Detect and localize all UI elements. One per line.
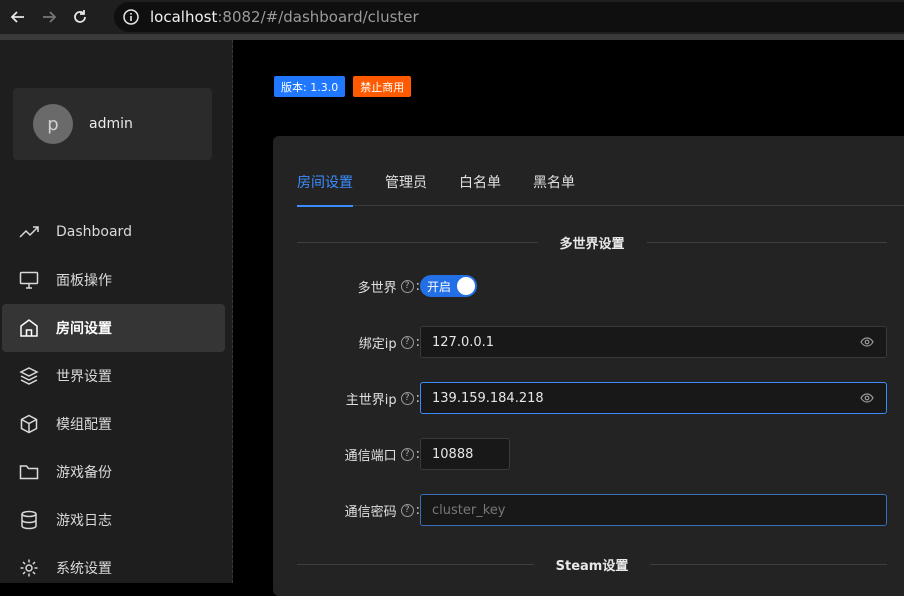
sidebar-item-label: 游戏日志 <box>56 513 112 529</box>
address-bar[interactable]: localhost:8082/#/dashboard/cluster <box>114 2 904 32</box>
toggle-knob <box>457 277 475 295</box>
user-card[interactable]: p admin <box>13 88 212 160</box>
sidebar-item-logs[interactable]: 游戏日志 <box>0 496 232 544</box>
sidebar-item-panel[interactable]: 面板操作 <box>0 256 232 304</box>
back-button[interactable] <box>5 4 31 30</box>
field-label: 主世界ip ? : <box>345 390 420 408</box>
input-value: 139.159.184.218 <box>432 390 544 406</box>
help-icon[interactable]: ? <box>400 335 414 349</box>
field-label: 绑定ip ? : <box>358 334 420 352</box>
forward-button[interactable] <box>36 4 62 30</box>
tab-blacklist[interactable]: 黑名单 <box>533 172 575 206</box>
arrow-right-icon <box>43 11 57 23</box>
input-value: 10888 <box>432 446 474 462</box>
database-icon <box>18 509 40 531</box>
master-ip-input[interactable]: 139.159.184.218 <box>420 382 887 414</box>
badge-group: 版本: 1.3.0 禁止商用 <box>274 76 412 97</box>
reload-button[interactable] <box>67 4 93 30</box>
trend-chart-icon <box>18 221 40 243</box>
sidebar-item-label: 房间设置 <box>56 321 112 337</box>
settings-tabs: 房间设置 管理员 白名单 黑名单 <box>297 172 904 207</box>
field-label-text: 通信密码 <box>344 504 397 520</box>
package-icon <box>18 413 40 435</box>
sidebar-menu: Dashboard 面板操作 房间设置 世界设置 模组配置 游戏备份 游戏日志 <box>0 208 232 592</box>
sidebar: p admin Dashboard 面板操作 房间设置 世界设置 模组配置 游戏… <box>0 40 233 583</box>
field-label: 通信端口 ? : <box>344 446 420 464</box>
url-host: localhost <box>150 8 218 26</box>
version-badge: 版本: 1.3.0 <box>274 76 346 97</box>
form-row-port: 通信端口 ? : 10888 <box>273 438 904 470</box>
avatar: p <box>33 104 73 144</box>
field-label: 通信密码 ? : <box>344 502 420 520</box>
field-label-text: 多世界 <box>357 280 397 296</box>
toggle-label: 开启 <box>427 279 452 294</box>
sidebar-item-label: 世界设置 <box>56 369 112 385</box>
form-row-multiworld: 多世界 ? : 开启 <box>273 270 904 302</box>
sidebar-item-label: 模组配置 <box>56 417 112 433</box>
gear-icon <box>18 557 40 579</box>
folder-icon <box>18 461 40 483</box>
main-content: 版本: 1.3.0 禁止商用 房间设置 管理员 白名单 黑名单 多世界设置 多世… <box>234 40 904 596</box>
arrow-left-icon <box>10 11 24 23</box>
sidebar-item-label: 游戏备份 <box>56 465 112 481</box>
bind-ip-input[interactable]: 127.0.0.1 <box>420 326 887 358</box>
section-divider-steam: Steam设置 <box>297 554 887 574</box>
section-title: 多世界设置 <box>559 236 625 252</box>
home-icon <box>18 317 40 339</box>
sidebar-item-system-settings[interactable]: 系统设置 <box>0 544 232 592</box>
user-name: admin <box>89 116 133 132</box>
input-value: 127.0.0.1 <box>432 334 495 350</box>
tab-whitelist[interactable]: 白名单 <box>459 172 501 206</box>
sidebar-item-label: 系统设置 <box>56 561 112 577</box>
site-info-icon[interactable] <box>122 8 140 26</box>
sidebar-item-mods[interactable]: 模组配置 <box>0 400 232 448</box>
help-icon[interactable]: ? <box>400 503 414 517</box>
reload-icon <box>74 10 86 23</box>
field-label-text: 通信端口 <box>344 448 397 464</box>
browser-toolbar: localhost:8082/#/dashboard/cluster <box>0 0 904 34</box>
section-title: Steam设置 <box>555 558 629 574</box>
help-icon[interactable]: ? <box>400 391 414 405</box>
sidebar-item-label: Dashboard <box>56 224 132 240</box>
sidebar-item-dashboard[interactable]: Dashboard <box>0 208 232 256</box>
sidebar-item-room-settings[interactable]: 房间设置 <box>2 304 225 352</box>
multiworld-toggle[interactable]: 开启 <box>420 275 477 297</box>
settings-card: 房间设置 管理员 白名单 黑名单 多世界设置 多世界 ? : 开启 绑定ip ?… <box>273 136 904 596</box>
help-icon[interactable]: ? <box>400 447 414 461</box>
field-label-text: 绑定ip <box>358 336 397 352</box>
monitor-icon <box>18 269 40 291</box>
help-icon[interactable]: ? <box>400 279 414 293</box>
noncommercial-badge: 禁止商用 <box>353 76 412 97</box>
eye-icon[interactable] <box>860 391 874 405</box>
tab-room-settings[interactable]: 房间设置 <box>297 172 353 207</box>
form-row-master-ip: 主世界ip ? : 139.159.184.218 <box>273 382 904 414</box>
layers-icon <box>18 365 40 387</box>
sidebar-item-world-settings[interactable]: 世界设置 <box>0 352 232 400</box>
section-divider-multiworld: 多世界设置 <box>297 232 888 252</box>
input-placeholder: cluster_key <box>432 502 506 518</box>
form-row-bind-ip: 绑定ip ? : 127.0.0.1 <box>273 326 904 358</box>
eye-icon[interactable] <box>860 335 874 349</box>
port-input[interactable]: 10888 <box>420 438 510 470</box>
field-label-text: 主世界ip <box>345 392 397 408</box>
sidebar-item-backup[interactable]: 游戏备份 <box>0 448 232 496</box>
cluster-key-input[interactable]: cluster_key <box>420 494 887 526</box>
sidebar-item-label: 面板操作 <box>56 273 112 289</box>
form-row-secret: 通信密码 ? : cluster_key <box>273 494 904 526</box>
tab-admins[interactable]: 管理员 <box>385 172 427 206</box>
url-path: :8082/#/dashboard/cluster <box>217 8 419 26</box>
field-label: 多世界 ? : <box>357 278 420 296</box>
